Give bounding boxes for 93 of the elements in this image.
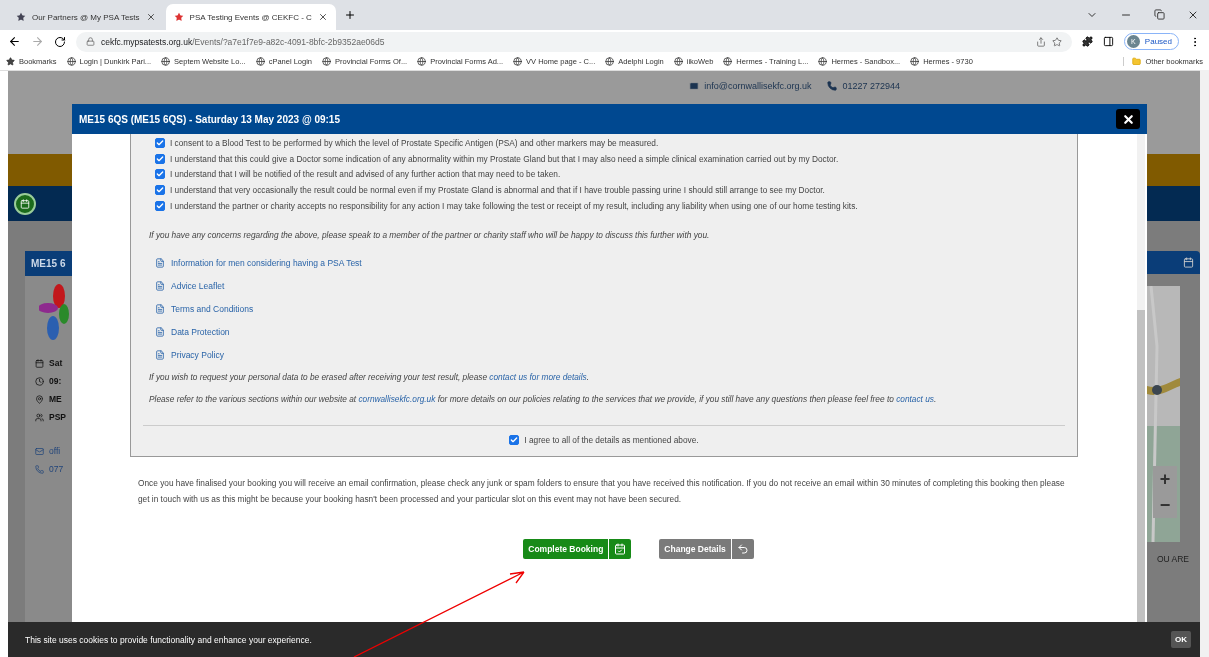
document-icon [155, 327, 165, 338]
close-button[interactable] [1116, 109, 1140, 129]
contact-email: info@cornwallisekfc.org.uk [704, 81, 812, 91]
star-icon [16, 12, 26, 22]
change-details-button[interactable]: Change Details [659, 539, 754, 559]
document-icon [155, 281, 165, 292]
consent-text: I understand that I will be notified of the result and advised of any further action that may need to be taken. [170, 169, 561, 180]
clock-icon [35, 376, 44, 386]
address-bar[interactable]: cekfc.mypsatests.org.uk/Events/?a7e1f7e9-a82c-4091-8bfc-2b9352ae06d5 [76, 31, 1072, 52]
cookie-text: This site uses cookies to provide functionality and enhance your experience. [25, 634, 312, 645]
globe-icon [66, 57, 76, 66]
globe-icon [161, 57, 171, 66]
calendar-icon [20, 198, 30, 209]
side-panel-icon[interactable] [1102, 36, 1114, 47]
contact-link[interactable]: contact us for more details [489, 372, 587, 382]
document-icon [155, 258, 165, 269]
browser-tab[interactable]: PSA Testing Events @ CEKFC - C [165, 4, 336, 30]
extensions-icon[interactable] [1081, 36, 1093, 47]
event-detail: PSP [49, 412, 66, 422]
checkbox[interactable] [155, 201, 165, 212]
profile-status: Paused [1144, 37, 1172, 46]
zoom-in-button[interactable]: + [1153, 466, 1177, 492]
restore-icon[interactable] [1154, 9, 1165, 20]
contact-text: offi [49, 446, 61, 456]
event-detail: ME [49, 394, 62, 404]
star-icon [173, 12, 184, 22]
document-icon [155, 304, 165, 315]
ok-button[interactable]: OK [1171, 631, 1191, 648]
checkbox[interactable] [155, 169, 165, 180]
event-detail: 09: [49, 376, 62, 386]
dialog-title: ME15 6QS (ME15 6QS) - Saturday 13 May 2023 @ 09:15 [79, 113, 340, 125]
side-text: OU ARE [1156, 554, 1190, 564]
close-icon[interactable] [317, 12, 328, 22]
zoom-out-button[interactable]: − [1153, 492, 1177, 518]
globe-icon [513, 57, 523, 66]
contact-link[interactable]: cornwallisekfc.org.uk [358, 394, 436, 404]
globe-icon [322, 57, 332, 66]
mail-icon [689, 81, 700, 91]
share-icon[interactable] [1035, 36, 1046, 47]
concerns-note: If you have any concerns regarding the above, please speak to a member of the partner or charity staff who will be happy to discuss this further with you. [149, 230, 711, 240]
calendar-icon [35, 358, 44, 368]
close-icon [1121, 112, 1135, 126]
hands-logo-icon [39, 284, 69, 342]
contact-text: 077 [49, 464, 64, 474]
new-tab-icon[interactable] [343, 9, 356, 21]
consent-text: I understand the partner or charity accepts no responsibility for any action I may take following the test or receipt of my result, including any liability when using one of our home testing kits. [170, 201, 858, 212]
checkbox[interactable] [509, 435, 520, 445]
contact-link[interactable]: contact us [896, 394, 934, 404]
complete-booking-button[interactable]: Complete Booking [523, 539, 632, 559]
globe-icon [255, 57, 265, 66]
checkbox[interactable] [155, 153, 165, 164]
document-link[interactable]: Advice Leaflet [143, 275, 225, 298]
reload-icon[interactable] [54, 35, 66, 48]
browser-tab[interactable]: Our Partners @ My PSA Tests [8, 4, 164, 30]
mail-icon [35, 446, 44, 456]
globe-icon [417, 57, 427, 66]
document-link[interactable]: Information for men considering having a PSA Test [143, 252, 362, 275]
phone-icon [827, 81, 838, 91]
close-icon[interactable] [145, 12, 156, 22]
policy-note: If you wish to request your personal data to be erased after receiving your test result, please contact us for more details. [149, 372, 590, 382]
pin-icon [35, 394, 44, 404]
bookmark-star-icon[interactable] [1051, 36, 1062, 47]
close-icon[interactable] [1187, 9, 1199, 21]
document-link[interactable]: Terms and Conditions [143, 298, 254, 321]
consent-text: I understand that very occasionally the result could be normal even if my Prostate Gland is abnormal and that if I have trouble passing urine I should still arrange to see my Doctor. [170, 185, 825, 196]
phone-icon [35, 464, 44, 474]
contact-phone: 01227 272944 [842, 81, 900, 91]
checkbox[interactable] [155, 185, 165, 196]
document-link[interactable]: Privacy Policy [143, 344, 224, 367]
consent-text: I understand that this could give a Doctor some indication of any abnormality within my Prostate Gland but that I may also need a simple clinical examination carried out by my Doctor. [170, 153, 839, 164]
globe-icon [723, 57, 733, 66]
calendar-button[interactable] [14, 192, 36, 215]
calendar-check-icon [614, 543, 627, 555]
folder-icon [1132, 57, 1142, 66]
card-title: ME15 6 [25, 251, 73, 276]
globe-icon [818, 57, 828, 66]
globe-icon [605, 57, 615, 66]
star-icon [6, 57, 15, 66]
globe-icon [910, 57, 920, 66]
back-icon[interactable] [8, 35, 21, 48]
document-icon [155, 350, 165, 361]
consent-text: I consent to a Blood Test to be performed by which the level of Prostate Specific Antigen (PSA) and other markers may be measured. [170, 137, 659, 148]
calendar-icon [1183, 257, 1194, 268]
undo-icon [736, 543, 749, 555]
policy-note: Please refer to the various sections within our website at cornwallisekfc.org.uk for more details on our policies relating to the services that we provide, if you still have any questions then please feel free to contact us. [149, 394, 938, 404]
document-link[interactable]: Data Protection [143, 321, 230, 344]
people-icon [35, 412, 44, 422]
lock-icon [86, 37, 95, 46]
agree-label: I agree to all of the details as mentioned above. [524, 435, 699, 445]
checkbox[interactable] [155, 137, 165, 148]
event-detail: Sat [49, 358, 63, 368]
confirmation-text: Once you have finalised your booking you will receive an email confirmation, please check any junk or spam folders to ensure that you have received this notification. If you do not receive an email within 30 minutes of completing this booking then please get in touch with us as this might be because your booking hasn't been processed and your particular slot on this event may not have been secured. [138, 477, 1066, 506]
globe-icon [673, 57, 683, 66]
